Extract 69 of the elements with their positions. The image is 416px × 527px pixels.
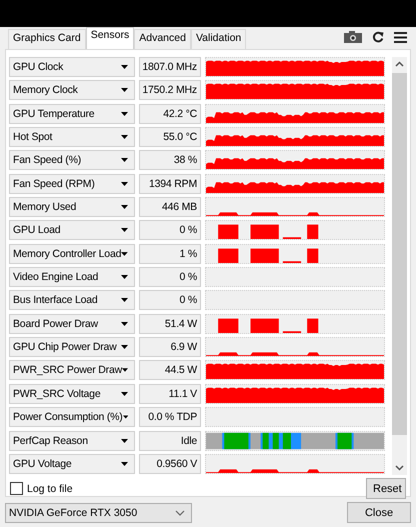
caret-icon [121, 65, 128, 69]
checkbox[interactable] [10, 482, 23, 495]
sensor-dropdown[interactable]: GPU Load [9, 220, 135, 240]
caret-icon [122, 368, 128, 372]
caret-icon [121, 112, 128, 116]
sensor-dropdown[interactable]: GPU Chip Power Draw [9, 337, 135, 358]
caret-icon [121, 252, 128, 256]
checkbox-label[interactable]: Log to file [27, 482, 73, 494]
caret-icon [121, 275, 128, 280]
sensor-dropdown[interactable]: Power Consumption (%) [9, 407, 135, 428]
sensor-value: 0 % [139, 290, 201, 310]
sensor-value: 446 MB [139, 197, 201, 218]
tab[interactable]: Validation [190, 29, 246, 49]
caret-icon [121, 228, 128, 232]
sensor-value: 1394 RPM [139, 174, 201, 194]
sensor-dropdown[interactable]: Fan Speed (%) [9, 150, 135, 170]
sensor-dropdown[interactable]: Bus Interface Load [9, 290, 135, 310]
sensor-value: 51.4 W [139, 314, 201, 334]
chevron-icon [175, 510, 185, 516]
sensor-dropdown[interactable]: Memory Clock [9, 80, 135, 100]
caret-icon [121, 438, 128, 442]
caret-icon [121, 298, 128, 302]
caret-icon [121, 345, 128, 350]
sensor-value: 0.9560 V [139, 454, 201, 474]
caret-icon [121, 462, 128, 466]
caret-icon [121, 88, 128, 92]
sensor-value: 6.9 W [139, 337, 201, 358]
sensor-value: 44.5 W [139, 360, 201, 380]
caret-icon [122, 415, 128, 420]
menu-icon[interactable] [394, 32, 407, 42]
sensor-value: 55.0 °C [139, 127, 201, 148]
caret-icon [121, 322, 128, 326]
sensor-value: Idle [139, 430, 201, 450]
scroll-down-icon[interactable] [395, 465, 404, 471]
sensor-dropdown[interactable]: GPU Temperature [9, 104, 135, 124]
sensor-dropdown[interactable]: Fan Speed (RPM) [9, 174, 135, 194]
caret-icon [121, 392, 128, 396]
sensor-dropdown[interactable]: Memory Used [9, 197, 135, 218]
sensor-dropdown[interactable]: GPU Voltage [9, 454, 135, 474]
sensor-dropdown[interactable]: Memory Controller Load [9, 244, 135, 264]
refresh-icon[interactable] [372, 31, 384, 43]
sensor-value: 1807.0 MHz [139, 57, 201, 77]
camera-icon[interactable] [344, 31, 362, 43]
sensor-value: 0 % [139, 267, 201, 288]
scroll-up-icon[interactable] [395, 61, 404, 67]
gpu-dropdown[interactable]: NVIDIA GeForce RTX 3050 [5, 502, 192, 522]
caret-icon [121, 158, 128, 162]
sensor-value: 42.2 °C [139, 104, 201, 124]
tab[interactable]: Sensors [86, 27, 134, 49]
sensor-dropdown[interactable]: PWR_SRC Power Draw [9, 360, 135, 380]
caret-icon [121, 205, 128, 210]
close-button[interactable]: Close [347, 502, 411, 523]
sensor-value: 0.0 % TDP [139, 407, 201, 428]
sensor-value: 11.1 V [139, 384, 201, 404]
sensor-dropdown[interactable]: PWR_SRC Voltage [9, 384, 135, 404]
reset-button[interactable]: Reset [366, 478, 406, 499]
sensor-dropdown[interactable]: Hot Spot [9, 127, 135, 148]
sensor-value: 0 % [139, 220, 201, 240]
sensor-value: 1750.2 MHz [139, 80, 201, 100]
sensor-dropdown[interactable]: GPU Clock [9, 57, 135, 77]
sensor-dropdown[interactable]: Video Engine Load [9, 267, 135, 288]
sensor-dropdown[interactable]: PerfCap Reason [9, 430, 135, 450]
sensor-dropdown[interactable]: Board Power Draw [9, 314, 135, 334]
tab[interactable]: Graphics Card [8, 29, 86, 49]
sensor-value: 1 % [139, 244, 201, 264]
tab[interactable]: Advanced [134, 29, 191, 49]
sensor-value: 38 % [139, 150, 201, 170]
caret-icon [121, 135, 128, 140]
caret-icon [121, 182, 128, 186]
